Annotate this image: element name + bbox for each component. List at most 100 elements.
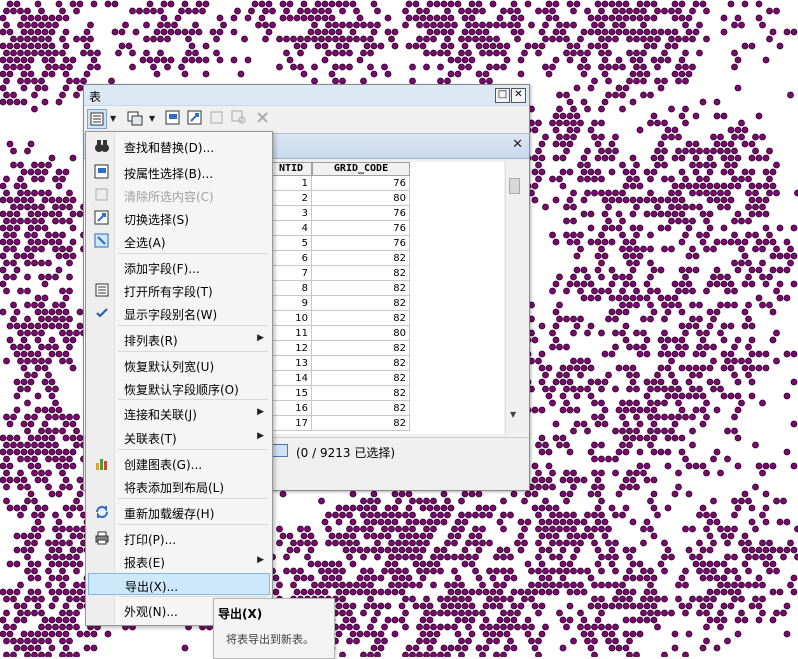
- map-point: [546, 365, 552, 371]
- map-point: [536, 652, 542, 657]
- menu-item-3[interactable]: 切换选择(S): [88, 207, 270, 229]
- close-window-button[interactable]: ✕: [511, 88, 526, 103]
- cell-grid-code[interactable]: 76: [312, 176, 410, 191]
- show-all-records-icon[interactable]: [272, 444, 288, 457]
- cell-ntid[interactable]: 17: [270, 416, 312, 431]
- cell-ntid[interactable]: 8: [270, 281, 312, 296]
- menu-item-5[interactable]: 添加字段(F)...: [88, 256, 270, 278]
- cell-grid-code[interactable]: 82: [312, 311, 410, 326]
- cell-grid-code[interactable]: 80: [312, 326, 410, 341]
- close-tab-button[interactable]: ✕: [512, 137, 523, 152]
- menu-item-12[interactable]: 关联表(T)▶: [88, 426, 270, 448]
- map-point: [235, 8, 241, 14]
- map-point: [655, 512, 661, 518]
- map-point: [441, 603, 447, 609]
- menu-item-13[interactable]: 创建图表(G)...: [88, 452, 270, 474]
- cell-ntid[interactable]: 5: [270, 236, 312, 251]
- map-point: [438, 652, 444, 657]
- menu-item-11[interactable]: 连接和关联(J)▶: [88, 402, 270, 424]
- cell-grid-code[interactable]: 82: [312, 356, 410, 371]
- cell-ntid[interactable]: 6: [270, 251, 312, 266]
- cell-grid-code[interactable]: 82: [312, 296, 410, 311]
- cell-ntid[interactable]: 4: [270, 221, 312, 236]
- cell-ntid[interactable]: 11: [270, 326, 312, 341]
- cell-grid-code[interactable]: 82: [312, 251, 410, 266]
- delete-selected-button[interactable]: [254, 109, 274, 129]
- cell-grid-code[interactable]: 82: [312, 371, 410, 386]
- cell-ntid[interactable]: 13: [270, 356, 312, 371]
- cell-ntid[interactable]: 14: [270, 371, 312, 386]
- cell-ntid[interactable]: 7: [270, 266, 312, 281]
- menu-item-17[interactable]: 报表(E)▶: [88, 550, 270, 572]
- map-point: [151, 36, 157, 42]
- cell-ntid[interactable]: 15: [270, 386, 312, 401]
- cell-grid-code[interactable]: 82: [312, 341, 410, 356]
- scroll-thumb[interactable]: [509, 178, 520, 194]
- menu-item-16[interactable]: 打印(P)...: [88, 527, 270, 549]
- cell-grid-code[interactable]: 82: [312, 386, 410, 401]
- scroll-down-icon[interactable]: ▼: [510, 410, 516, 419]
- map-point: [462, 29, 468, 35]
- map-point: [732, 526, 738, 532]
- map-point: [179, 8, 185, 14]
- map-point: [431, 512, 437, 518]
- cell-ntid[interactable]: 10: [270, 311, 312, 326]
- menu-item-6[interactable]: 打开所有字段(T): [88, 279, 270, 301]
- column-header-ntid[interactable]: NTID: [270, 162, 312, 176]
- maximize-button[interactable]: □: [495, 88, 510, 103]
- cell-ntid[interactable]: 2: [270, 191, 312, 206]
- map-point: [476, 71, 482, 77]
- select-by-attributes-button[interactable]: [164, 109, 184, 129]
- menu-item-8[interactable]: 排列表(R)▶: [88, 328, 270, 350]
- cell-grid-code[interactable]: 76: [312, 206, 410, 221]
- window-titlebar[interactable]: 表 □ ✕: [84, 85, 529, 106]
- cell-grid-code[interactable]: 82: [312, 266, 410, 281]
- cell-ntid[interactable]: 1: [270, 176, 312, 191]
- related-tables-dropdown-icon[interactable]: ▼: [149, 114, 155, 123]
- cell-ntid[interactable]: 3: [270, 206, 312, 221]
- map-point: [18, 344, 24, 350]
- zoom-to-selected-button[interactable]: [230, 109, 250, 129]
- vertical-scrollbar[interactable]: ▼: [505, 162, 523, 434]
- map-point: [25, 274, 31, 280]
- map-point: [728, 351, 734, 357]
- cell-grid-code[interactable]: 82: [312, 401, 410, 416]
- table-options-dropdown-icon[interactable]: ▼: [110, 114, 116, 123]
- cell-grid-code[interactable]: 82: [312, 416, 410, 431]
- column-header-grid-code[interactable]: GRID_CODE: [312, 162, 410, 176]
- map-point: [168, 1, 174, 7]
- cell-grid-code[interactable]: 76: [312, 221, 410, 236]
- map-point: [641, 316, 647, 322]
- menu-item-18[interactable]: 导出(X)...: [88, 573, 270, 595]
- menu-item-10[interactable]: 恢复默认字段顺序(O): [88, 377, 270, 399]
- cell-grid-code[interactable]: 76: [312, 236, 410, 251]
- cell-grid-code[interactable]: 82: [312, 281, 410, 296]
- map-point: [746, 218, 752, 224]
- menu-item-7[interactable]: 显示字段别名(W): [88, 302, 270, 324]
- cell-ntid[interactable]: 12: [270, 341, 312, 356]
- cell-grid-code[interactable]: 80: [312, 191, 410, 206]
- map-point: [623, 449, 629, 455]
- menu-item-4[interactable]: 全选(A): [88, 230, 270, 252]
- cell-ntid[interactable]: 9: [270, 296, 312, 311]
- map-point: [410, 540, 416, 546]
- map-point: [49, 603, 55, 609]
- menu-item-15[interactable]: 重新加载缓存(H): [88, 501, 270, 523]
- menu-separator: [118, 253, 268, 254]
- menu-item-0[interactable]: 查找和替换(D)...: [88, 135, 270, 157]
- related-tables-button[interactable]: [126, 109, 146, 129]
- map-point: [585, 330, 591, 336]
- map-point: [28, 141, 34, 147]
- table-options-button[interactable]: [87, 109, 107, 129]
- menu-item-2[interactable]: 清除所选内容(C): [88, 184, 270, 206]
- menu-item-14[interactable]: 将表添加到布局(L): [88, 475, 270, 497]
- menu-item-1[interactable]: 按属性选择(B)...: [88, 161, 270, 183]
- menu-item-9[interactable]: 恢复默认列宽(U): [88, 354, 270, 376]
- map-point: [25, 568, 31, 574]
- clear-selection-button[interactable]: [208, 109, 228, 129]
- map-point: [651, 505, 657, 511]
- cell-ntid[interactable]: 16: [270, 401, 312, 416]
- map-point: [494, 50, 500, 56]
- map-point: [602, 155, 608, 161]
- switch-selection-button[interactable]: [186, 109, 206, 129]
